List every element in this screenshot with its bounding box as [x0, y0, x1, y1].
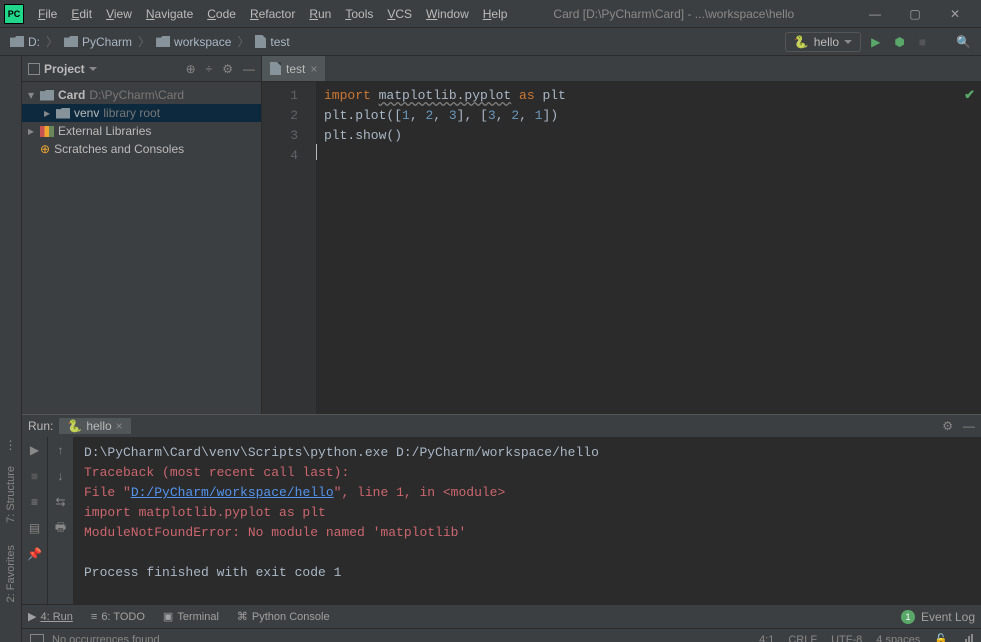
close-icon[interactable]: ×	[116, 419, 123, 433]
status-icon[interactable]	[30, 634, 44, 642]
stop-button[interactable]: ■	[25, 467, 45, 485]
locate-icon[interactable]: ⊕	[186, 62, 196, 76]
bottom-tab[interactable]: ≡6: TODO	[91, 610, 145, 623]
print-button[interactable]: 🖶	[51, 519, 71, 537]
tree-row[interactable]: ▸External Libraries	[22, 122, 261, 140]
layout-button[interactable]: ≡	[25, 493, 45, 511]
indent-setting[interactable]: 4 spaces	[876, 634, 920, 642]
editor-tab[interactable]: test ×	[262, 56, 325, 81]
main-menu: FileEditViewNavigateCodeRefactorRunTools…	[32, 5, 513, 23]
breadcrumb: D:〉PyCharm〉workspace〉test	[6, 33, 294, 50]
run-button[interactable]: ▶	[867, 32, 884, 52]
python-icon: 🐍	[67, 419, 82, 433]
chevron-down-icon	[844, 40, 852, 44]
tab-favorites[interactable]: 2: Favorites	[3, 537, 19, 610]
menu-navigate[interactable]: Navigate	[140, 5, 199, 23]
close-icon[interactable]: ×	[310, 62, 317, 76]
caret-position[interactable]: 4:1	[759, 634, 774, 642]
library-icon	[40, 126, 54, 137]
status-message: No occurrences found	[52, 634, 160, 642]
collapse-icon[interactable]: ÷	[206, 62, 213, 76]
minimize-button[interactable]: —	[863, 7, 887, 21]
wrap-button[interactable]: ⇆	[51, 493, 71, 511]
breadcrumb-item[interactable]: PyCharm	[60, 35, 136, 49]
scratch-icon: ⊕	[40, 142, 50, 156]
run-tab-label: hello	[86, 419, 111, 433]
maximize-button[interactable]: ▢	[903, 7, 927, 21]
bottom-tab[interactable]: ▣Terminal	[163, 610, 219, 623]
menu-window[interactable]: Window	[420, 5, 475, 23]
menu-help[interactable]: Help	[477, 5, 514, 23]
bottom-tab[interactable]: ▶4: Run	[28, 610, 73, 623]
breadcrumb-item[interactable]: D:	[6, 35, 44, 49]
menu-view[interactable]: View	[100, 5, 138, 23]
folder-icon	[156, 36, 170, 47]
folder-icon	[56, 108, 70, 119]
tree-row[interactable]: ⊕Scratches and Consoles	[22, 140, 261, 158]
menu-edit[interactable]: Edit	[65, 5, 98, 23]
file-icon	[255, 35, 266, 48]
search-everywhere-button[interactable]: 🔍	[952, 32, 975, 52]
app-logo: PC	[4, 4, 24, 24]
folder-icon	[64, 36, 78, 47]
gear-icon[interactable]: ⚙	[222, 62, 233, 76]
menu-file[interactable]: File	[32, 5, 63, 23]
console-output[interactable]: D:\PyCharm\Card\venv\Scripts\python.exe …	[74, 437, 981, 604]
editor-gutter: 1234	[262, 82, 316, 414]
gear-icon[interactable]: ⚙	[942, 419, 953, 433]
project-tree: ▾Card D:\PyCharm\Card▸venv library root▸…	[22, 82, 261, 162]
run-config-selector[interactable]: 🐍 hello	[785, 32, 861, 52]
run-tab[interactable]: 🐍 hello ×	[59, 418, 130, 434]
folder-icon	[40, 90, 54, 101]
chevron-down-icon[interactable]	[89, 67, 97, 71]
folder-icon	[10, 36, 24, 47]
event-count-badge: 1	[901, 610, 915, 624]
menu-vcs[interactable]: VCS	[381, 5, 418, 23]
project-view-icon	[28, 63, 40, 75]
bottom-tool-tabs: ▶4: Run≡6: TODO▣Terminal⌘Python Console …	[22, 604, 981, 628]
menu-refactor[interactable]: Refactor	[244, 5, 301, 23]
tree-row[interactable]: ▸venv library root	[22, 104, 261, 122]
breadcrumb-item[interactable]: test	[251, 35, 293, 49]
menu-tools[interactable]: Tools	[339, 5, 379, 23]
rerun-button[interactable]: ▶	[25, 441, 45, 459]
file-icon	[270, 62, 281, 75]
file-link[interactable]: D:/PyCharm/workspace/hello	[131, 485, 334, 500]
readonly-lock-icon[interactable]: 🔓	[934, 633, 948, 642]
file-encoding[interactable]: UTF-8	[831, 634, 862, 642]
tree-row[interactable]: ▾Card D:\PyCharm\Card	[22, 86, 261, 104]
editor: test × 1234 ✔ import matplotlib.pyplot a…	[262, 56, 981, 414]
pin-button[interactable]: 📌	[25, 545, 45, 563]
memory-indicator[interactable]	[962, 634, 973, 642]
bottom-tab[interactable]: ⌘Python Console	[237, 610, 330, 623]
inspection-ok-icon: ✔	[964, 86, 975, 106]
filter-button[interactable]: ▤	[25, 519, 45, 537]
python-icon: 🐍	[794, 35, 809, 49]
event-log-button[interactable]: Event Log	[921, 610, 975, 624]
run-config-label: hello	[814, 35, 839, 49]
tab-structure[interactable]: 7: Structure	[3, 458, 19, 531]
close-button[interactable]: ✕	[943, 7, 967, 21]
debug-button[interactable]: ⬢	[890, 32, 908, 52]
line-separator[interactable]: CRLF	[788, 634, 817, 642]
breadcrumb-item[interactable]: workspace	[152, 35, 235, 49]
hide-icon[interactable]: —	[243, 62, 255, 76]
code-content[interactable]: ✔ import matplotlib.pyplot as pltplt.plo…	[316, 82, 981, 414]
up-button[interactable]: ↑	[51, 441, 71, 459]
stop-button[interactable]: ■	[915, 32, 930, 52]
project-panel-title: Project	[44, 62, 85, 76]
status-bar: No occurrences found 4:1 CRLF UTF-8 4 sp…	[22, 628, 981, 642]
run-panel-label: Run:	[28, 419, 53, 433]
run-tool-window: Run: 🐍 hello × ⚙ — ▶ ■ ≡ ▤	[22, 414, 981, 604]
menu-run[interactable]: Run	[303, 5, 337, 23]
editor-tab-label: test	[286, 62, 305, 76]
window-title: Card [D:\PyCharm\Card] - ...\workspace\h…	[513, 7, 863, 21]
down-button[interactable]: ↓	[51, 467, 71, 485]
menu-code[interactable]: Code	[201, 5, 242, 23]
hide-icon[interactable]: —	[963, 419, 975, 433]
project-panel: Project ⊕ ÷ ⚙ — ▾Card D:\PyCharm\Card▸ve…	[22, 56, 262, 414]
structure-icon: ⋮	[5, 438, 17, 452]
